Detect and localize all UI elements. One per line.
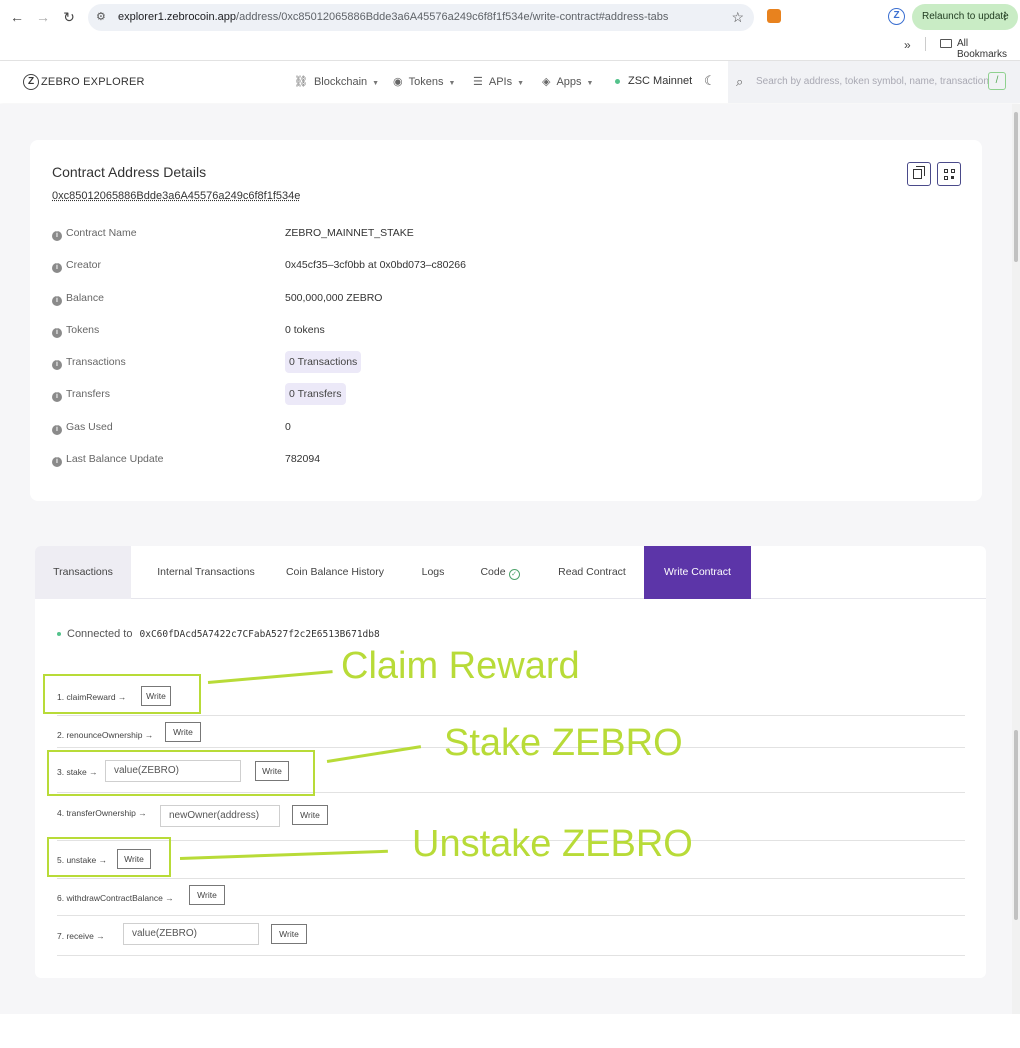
tab-bar: Transactions Internal Transactions Coin …	[35, 546, 986, 599]
info-icon[interactable]: i	[52, 263, 62, 273]
link-icon: ⛓	[294, 76, 308, 88]
search-input[interactable]: Search by address, token symbol, name, t…	[756, 76, 988, 87]
creator-link[interactable]: 0x45cf35–3cf0bb at 0x0bd073–c80266	[285, 259, 466, 271]
info-icon[interactable]: i	[52, 392, 62, 402]
network-status-dot	[615, 78, 620, 84]
detail-row-tokens: i Tokens 0 tokens	[52, 324, 325, 340]
network-selector[interactable]: ZSC Mainnet	[615, 75, 692, 87]
wallet-connection-status: Connected to 0xC60fDAcd5A7422c7CFabA527f…	[57, 628, 380, 640]
function-label: 6. withdrawContractBalance →	[57, 893, 174, 903]
connected-dot	[57, 632, 61, 637]
folder-icon	[940, 39, 952, 48]
logo-icon[interactable]: Z	[23, 74, 39, 90]
connected-address[interactable]: 0xC60fDAcd5A7422c7CFabA527f2c2E6513B671d…	[140, 629, 380, 640]
function-label: 7. receive →	[57, 931, 105, 941]
tab-read-contract[interactable]: Read Contract	[553, 546, 631, 599]
qr-code-icon	[944, 169, 955, 180]
function-label: 4. transferOwnership →	[57, 808, 147, 818]
menu-tokens[interactable]: ◉ Tokens ▼	[393, 75, 455, 88]
stake-highlight-box	[47, 750, 315, 796]
transactions-pill[interactable]: 0 Transactions	[285, 351, 362, 373]
receive-value-input[interactable]: value(ZEBRO)	[123, 923, 259, 945]
function-label: 2. renounceOwnership →	[57, 730, 154, 740]
info-icon[interactable]: i	[52, 296, 62, 306]
block-link[interactable]: 782094	[285, 453, 320, 465]
menu-blockchain[interactable]: ⛓ Blockchain ▼	[294, 75, 379, 88]
reload-icon[interactable]: ↻	[60, 8, 78, 26]
divider	[57, 915, 965, 916]
detail-row-contract-name: i Contract Name ZEBRO_MAINNET_STAKE	[52, 227, 414, 243]
logo-text[interactable]: ZEBRO EXPLORER	[41, 76, 145, 88]
site-info-icon[interactable]: ⚙	[96, 10, 106, 23]
bookmark-star-icon[interactable]: ☆	[731, 9, 744, 26]
transfers-pill[interactable]: 0 Transfers	[285, 383, 346, 405]
layers-icon: ◈	[542, 76, 551, 88]
withdrawcontractbalance-write-button[interactable]: Write	[189, 885, 225, 905]
transferownership-write-button[interactable]: Write	[292, 805, 328, 825]
renounceownership-write-button[interactable]: Write	[165, 722, 201, 742]
unstake-annotation: Unstake ZEBRO	[412, 823, 693, 865]
bookmarks-overflow-icon[interactable]: »	[904, 38, 911, 52]
scrollbar-thumb[interactable]	[1014, 112, 1018, 262]
qr-code-button[interactable]	[937, 162, 961, 186]
metamask-extension-icon[interactable]	[767, 9, 781, 23]
tab-logs[interactable]: Logs	[413, 546, 453, 599]
claim-reward-annotation: Claim Reward	[341, 645, 580, 687]
details-title: Contract Address Details	[52, 164, 207, 180]
coins-icon: ◉	[393, 76, 403, 88]
unstake-highlight-box	[47, 837, 171, 877]
info-icon[interactable]: i	[52, 457, 62, 467]
url-text[interactable]: explorer1.zebrocoin.app/address/0xc85012…	[118, 11, 668, 23]
detail-row-transactions: i Transactions 0 Transactions	[52, 351, 362, 373]
divider	[57, 715, 965, 716]
info-icon[interactable]: i	[52, 360, 62, 370]
receive-write-button[interactable]: Write	[271, 924, 307, 944]
search-shortcut-badge: /	[988, 72, 1006, 90]
scrollbar-thumb-lower[interactable]	[1014, 730, 1018, 920]
moon-icon[interactable]: ☾	[704, 73, 716, 89]
bookmarks-divider	[925, 37, 926, 51]
relaunch-button[interactable]: Relaunch to update ⋮	[912, 4, 1018, 30]
info-icon[interactable]: i	[52, 231, 62, 241]
tab-internal-transactions[interactable]: Internal Transactions	[141, 546, 271, 599]
stake-annotation: Stake ZEBRO	[444, 722, 683, 764]
tab-write-contract[interactable]: Write Contract	[644, 546, 751, 599]
tab-code[interactable]: Code ✓	[475, 546, 525, 599]
tab-transactions[interactable]: Transactions	[35, 546, 131, 599]
back-icon[interactable]: ←	[8, 8, 26, 26]
newowner-address-input[interactable]: newOwner(address)	[160, 805, 280, 827]
divider	[57, 955, 965, 956]
claim-reward-highlight-box	[43, 674, 201, 714]
contract-address[interactable]: 0xc85012065886Bdde3a6A45576a249c6f8f1f53…	[52, 190, 300, 202]
search-bar[interactable]: ⌕ Search by address, token symbol, name,…	[728, 61, 1020, 103]
verified-check-icon: ✓	[508, 569, 520, 580]
search-icon: ⌕	[736, 74, 744, 89]
browser-toolbar: ← → ↻ ⚙ explorer1.zebrocoin.app/address/…	[0, 0, 1020, 61]
detail-row-transfers: i Transfers 0 Transfers	[52, 383, 346, 405]
info-icon[interactable]: i	[52, 328, 62, 338]
menu-apis[interactable]: ☰ APIs ▼	[473, 75, 524, 88]
contract-details-card: Contract Address Details 0xc85012065886B…	[30, 140, 982, 501]
zebro-extension-icon[interactable]: Z	[888, 8, 905, 25]
more-vert-icon[interactable]: ⋮	[1000, 4, 1010, 30]
list-icon: ☰	[473, 76, 483, 88]
menu-apps[interactable]: ◈ Apps ▼	[542, 75, 593, 88]
divider	[57, 878, 965, 879]
tab-coin-balance-history[interactable]: Coin Balance History	[277, 546, 393, 599]
copy-address-button[interactable]	[907, 162, 931, 186]
forward-icon[interactable]: →	[34, 8, 52, 26]
detail-row-gas-used: i Gas Used 0	[52, 421, 291, 437]
info-icon[interactable]: i	[52, 425, 62, 435]
address-bar[interactable]: ⚙ explorer1.zebrocoin.app/address/0xc850…	[88, 4, 754, 31]
detail-row-creator: i Creator 0x45cf35–3cf0bb at 0x0bd073–c802…	[52, 259, 466, 275]
all-bookmarks-link[interactable]: All Bookmarks	[957, 38, 1020, 60]
detail-row-last-balance-update: i Last Balance Update 782094	[52, 453, 320, 469]
detail-row-balance: i Balance 500,000,000 ZEBRO	[52, 292, 382, 308]
